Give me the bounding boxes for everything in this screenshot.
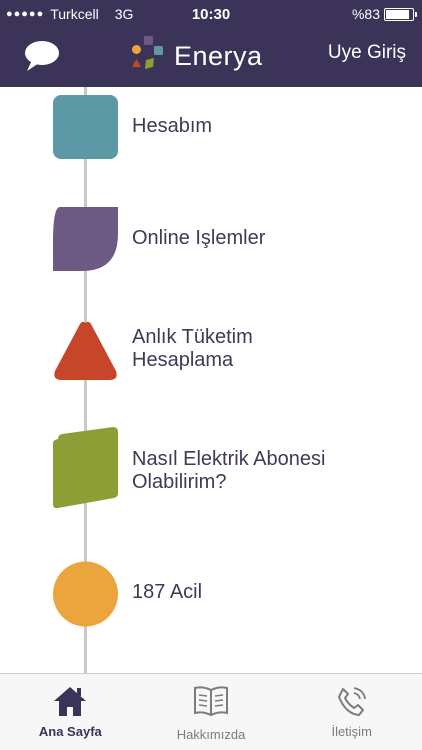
menu-item-label: Nasıl Elektrik Abonesi Olabilirim? <box>132 448 326 493</box>
tab-iletisim[interactable]: İletişim <box>281 674 422 750</box>
menu-item-label: Anlık Tüketim Hesaplama <box>132 326 253 371</box>
logo-text: Enerya <box>174 40 263 71</box>
menu-item-label: Online Işlemler <box>132 227 266 249</box>
tab-label: Ana Sayfa <box>38 724 102 739</box>
rounded-square-icon <box>53 95 118 159</box>
tab-label: İletişim <box>331 724 372 739</box>
login-button[interactable]: Uye Giriş <box>328 42 406 64</box>
status-bar: ●●●●● Turkcell 3G 10:30 %83 <box>0 0 422 30</box>
tab-ana-sayfa[interactable]: Ana Sayfa <box>0 674 141 750</box>
battery-percent: %83 <box>351 6 380 22</box>
home-icon <box>54 687 87 716</box>
chat-bubble-icon <box>25 41 59 71</box>
nav-bar: Enerya Uye Giriş <box>0 30 422 87</box>
parallelogram-icon <box>53 427 118 509</box>
menu-list: Hesabım Online Işlemler Anlık Tüketim He… <box>0 87 422 673</box>
enerya-logo: Enerya <box>128 34 263 72</box>
tab-hakkimizda[interactable]: Hakkımızda <box>141 674 282 750</box>
tab-bar: Ana Sayfa Hakkımızda İletişim <box>0 673 422 750</box>
logo-mark-icon <box>132 36 163 69</box>
menu-item-label: 187 Acil <box>132 581 203 603</box>
menu-item-label: Hesabım <box>132 115 213 137</box>
battery-icon <box>384 7 417 21</box>
book-icon <box>194 686 228 717</box>
triangle-icon <box>54 321 117 380</box>
chat-button[interactable] <box>22 38 62 74</box>
circle-icon <box>53 561 118 627</box>
leaf-shape-icon <box>53 207 118 271</box>
header: ●●●●● Turkcell 3G 10:30 %83 Enerya Uye G… <box>0 0 422 87</box>
phone-icon <box>337 687 366 716</box>
tab-label: Hakkımızda <box>176 727 246 742</box>
